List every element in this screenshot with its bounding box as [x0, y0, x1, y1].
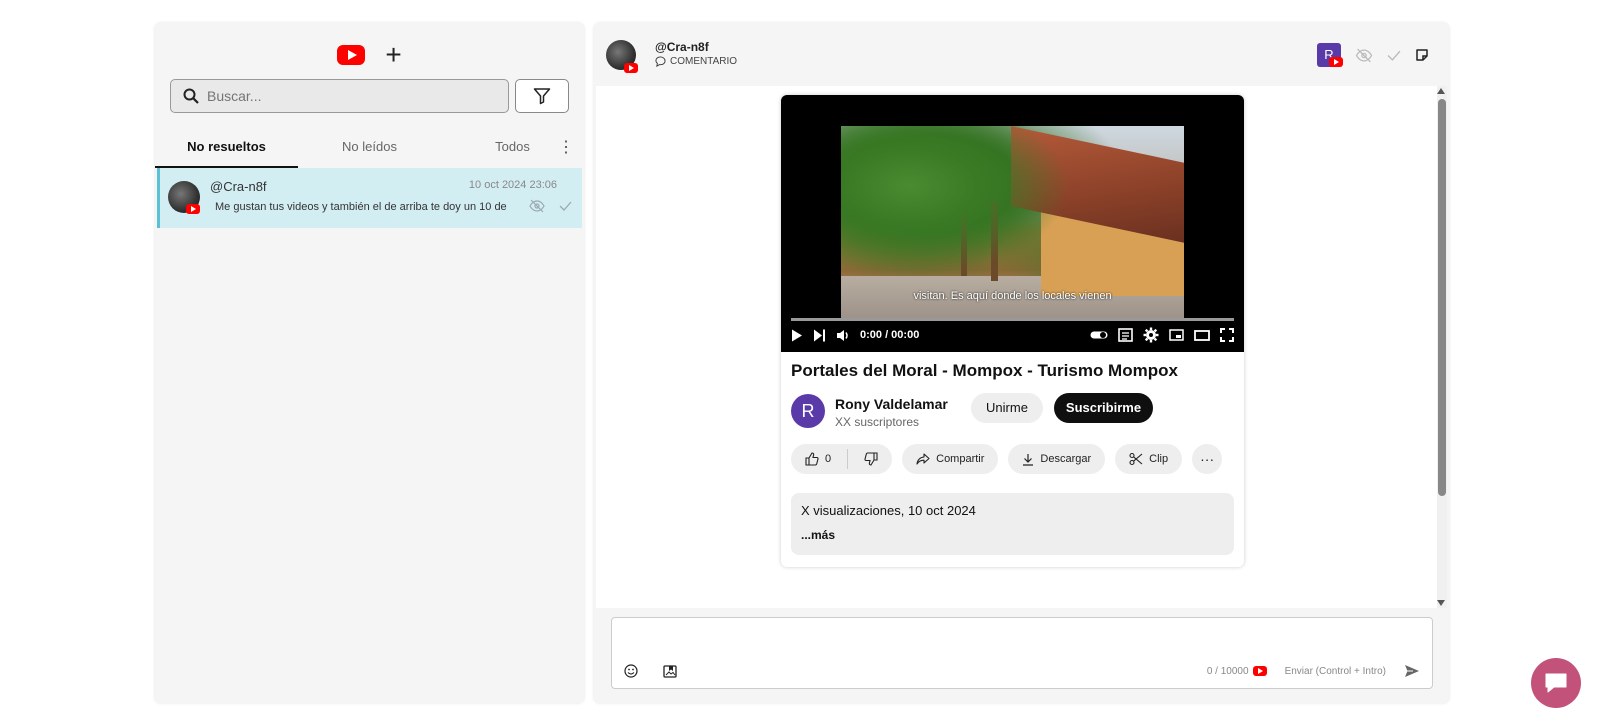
youtube-badge-icon: [1252, 666, 1267, 676]
more-horizontal-icon: ···: [1200, 451, 1215, 467]
conversation-type-label: COMENTARIO: [670, 56, 738, 67]
video-frame: visitan. Es aquí donde los locales viene…: [841, 126, 1184, 318]
conversation-detail-panel: @Cra-n8f COMENTARIO R visitan. Es aquí d…: [594, 23, 1449, 703]
next-icon[interactable]: [813, 329, 826, 342]
video-tree: [841, 126, 1071, 276]
search-box[interactable]: [170, 79, 509, 113]
scroll-down-icon[interactable]: [1437, 600, 1445, 606]
add-icon[interactable]: +: [385, 41, 401, 69]
comment-icon: [655, 56, 666, 67]
like-count: 0: [825, 453, 832, 465]
more-vertical-icon[interactable]: ⋮: [558, 140, 574, 156]
subtitles-icon[interactable]: [1118, 328, 1133, 342]
more-actions-button[interactable]: ···: [1192, 444, 1223, 474]
emoji-icon[interactable]: [624, 664, 638, 678]
item-timestamp: 10 oct 2024 23:06: [468, 179, 557, 191]
conversation-type: COMENTARIO: [655, 56, 737, 67]
video-caption: visitan. Es aquí donde los locales viene…: [913, 290, 1112, 302]
fullscreen-icon[interactable]: [1220, 328, 1234, 342]
reply-input[interactable]: [622, 626, 1422, 656]
thumbs-up-icon: [805, 452, 819, 466]
reply-box: 0 / 10000 Enviar (Control + Intro): [611, 617, 1433, 689]
reply-meta: 0 / 10000 Enviar (Control + Intro): [1207, 664, 1420, 678]
tab-no-resueltos[interactable]: No resueltos: [155, 128, 298, 168]
youtube-icon[interactable]: [337, 45, 366, 65]
share-button[interactable]: Compartir: [902, 444, 999, 474]
video-actions: 0 Compartir Descargar Clip ···: [791, 444, 1223, 474]
hide-icon[interactable]: [529, 199, 545, 213]
conversation-list-panel: + No resueltos No leídos Todos ⋮ @Cra-n8…: [155, 23, 584, 703]
check-icon[interactable]: [1387, 50, 1401, 61]
filter-icon: [533, 88, 551, 105]
search-icon: [183, 88, 199, 104]
settings-gear-icon[interactable]: [1143, 327, 1159, 343]
chat-bubble-icon: [1545, 673, 1567, 693]
video-description[interactable]: X visualizaciones, 10 oct 2024 ...más: [791, 493, 1234, 555]
scroll-up-icon[interactable]: [1437, 88, 1445, 94]
download-icon: [1023, 453, 1034, 466]
share-icon: [916, 453, 930, 465]
video-card: visitan. Es aquí donde los locales viene…: [781, 95, 1244, 567]
autoplay-toggle-icon[interactable]: [1090, 330, 1108, 340]
char-counter: 0 / 10000: [1207, 666, 1267, 677]
theater-mode-icon[interactable]: [1194, 329, 1210, 341]
play-icon[interactable]: [791, 329, 803, 342]
conversation-author: @Cra-n8f: [655, 40, 709, 54]
check-icon[interactable]: [559, 201, 572, 211]
reply-tools: [624, 664, 677, 678]
miniplayer-icon[interactable]: [1169, 329, 1184, 341]
account-avatar[interactable]: R: [1317, 43, 1343, 67]
share-label: Compartir: [936, 453, 985, 465]
channel-avatar[interactable]: R: [791, 394, 825, 428]
filter-button[interactable]: [515, 79, 569, 113]
clip-label: Clip: [1149, 453, 1169, 465]
scroll-thumb[interactable]: [1438, 99, 1446, 496]
item-message-text: Me gustan tus videos y también el de arr…: [215, 201, 510, 213]
video-player[interactable]: visitan. Es aquí donde los locales viene…: [781, 95, 1244, 352]
filter-tabs: No resueltos No leídos Todos ⋮: [155, 128, 584, 168]
download-label: Descargar: [1040, 453, 1092, 465]
youtube-badge-icon: [1329, 57, 1343, 67]
like-divider: [847, 449, 849, 469]
scissors-icon: [1129, 452, 1143, 466]
tab-no-leidos[interactable]: No leídos: [298, 128, 441, 168]
item-message: Me gustan tus videos y también el de arr…: [210, 201, 510, 213]
send-hint: Enviar (Control + Intro): [1284, 665, 1386, 677]
item-author: @Cra-n8f: [210, 179, 267, 194]
channel-name[interactable]: Rony Valdelamar: [835, 396, 948, 412]
dislike-button[interactable]: [854, 444, 892, 474]
search-input[interactable]: [207, 88, 487, 104]
views-date: X visualizaciones, 10 oct 2024: [801, 503, 976, 518]
channel-subscribers: XX suscriptores: [835, 415, 920, 429]
player-controls: 0:00 / 00:00: [791, 325, 1234, 345]
clip-button[interactable]: Clip: [1115, 444, 1183, 474]
conversation-actions: R: [1317, 43, 1429, 67]
youtube-badge-icon: [624, 63, 638, 73]
subscribe-button[interactable]: Suscribirme: [1054, 393, 1153, 423]
panel-top-bar: +: [155, 38, 584, 72]
volume-icon[interactable]: [836, 329, 850, 342]
like-button[interactable]: 0: [791, 444, 841, 474]
youtube-badge-icon: [186, 204, 200, 214]
scrollbar[interactable]: [1437, 86, 1447, 608]
chat-widget-button[interactable]: [1531, 658, 1581, 708]
char-count: 0 / 10000: [1206, 665, 1249, 677]
progress-bar[interactable]: [791, 318, 1234, 321]
like-dislike-group: 0: [791, 444, 893, 474]
video-time: 0:00 / 00:00: [860, 329, 920, 341]
conversation-content: visitan. Es aquí donde los locales viene…: [596, 86, 1447, 608]
download-button[interactable]: Descargar: [1008, 444, 1106, 474]
list-item[interactable]: @Cra-n8f 10 oct 2024 23:06 Me gustan tus…: [157, 168, 582, 228]
show-more-link[interactable]: ...más: [801, 528, 1224, 542]
attachment-icon[interactable]: [663, 664, 677, 678]
join-button[interactable]: Unirme: [971, 393, 1043, 423]
hide-icon[interactable]: [1355, 48, 1373, 63]
thumbs-down-icon: [864, 452, 878, 466]
send-icon[interactable]: [1404, 664, 1420, 678]
conversation-header: @Cra-n8f COMENTARIO R: [594, 23, 1449, 85]
item-actions: [529, 199, 572, 213]
note-icon[interactable]: [1415, 48, 1429, 62]
video-title: Portales del Moral - Mompox - Turismo Mo…: [791, 361, 1178, 380]
